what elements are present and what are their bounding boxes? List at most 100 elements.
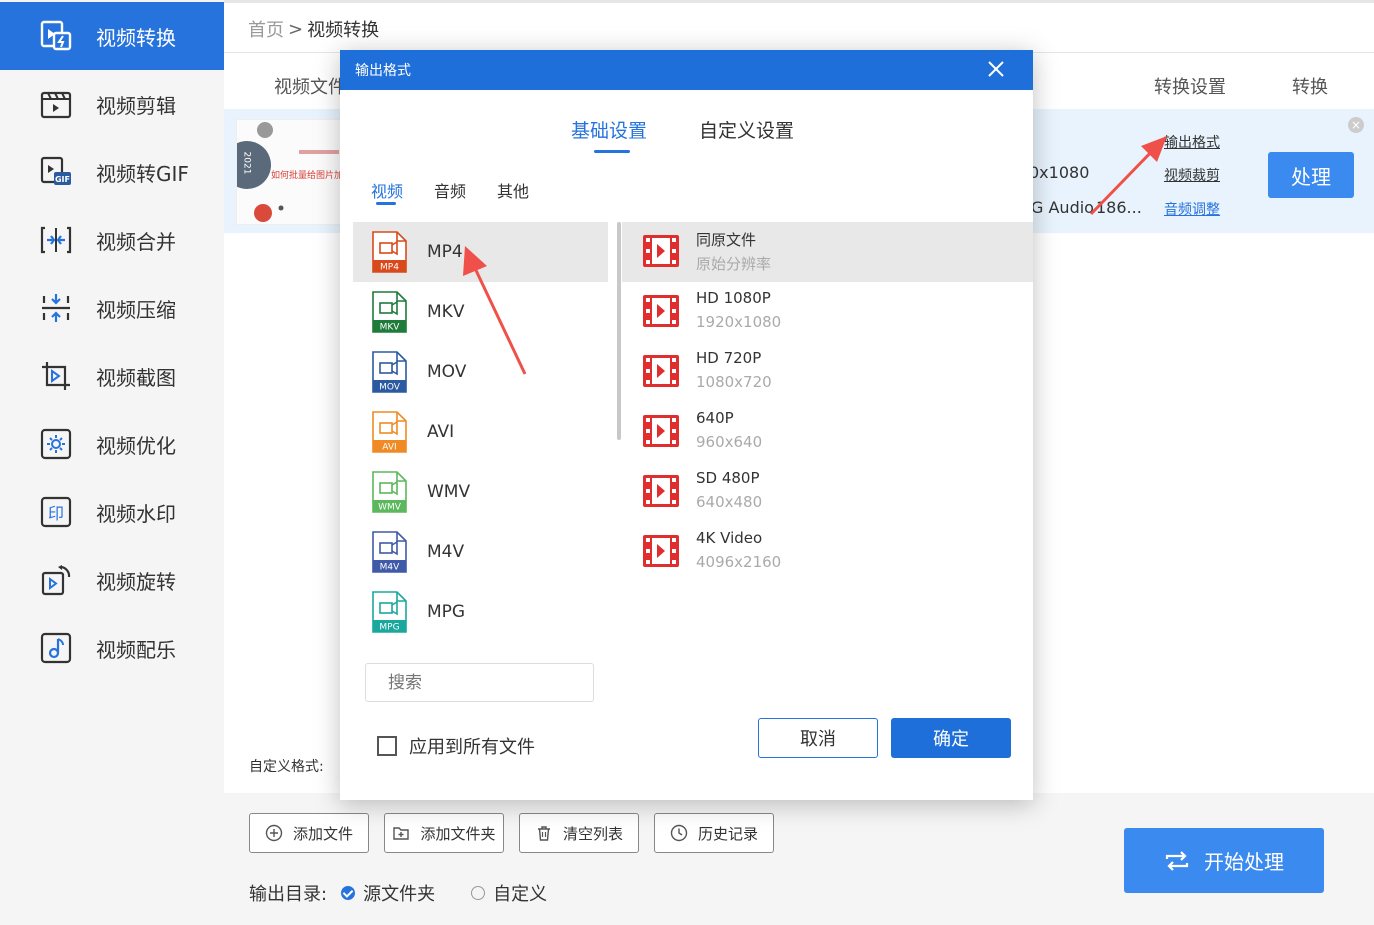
resolution-item[interactable]: SD 480P 640x480 [622,462,1033,522]
file-format-icon: MOV [371,351,407,393]
sidebar-item-label: 视频转换 [96,25,176,50]
sidebar-item-video-screenshot[interactable]: 视频截图 [0,342,224,410]
bottom-toolbar: 添加文件 添加文件夹 清空列表 历史记录 输出目录: 源文件夹 自定义 开始处理 [224,793,1374,925]
close-icon[interactable] [985,58,1007,80]
format-badge: MPG [379,623,399,633]
add-folder-label: 添加文件夹 [420,824,496,843]
audio-adjust-link[interactable]: 音频调整 [1164,199,1220,219]
sidebar-item-label: 视频合并 [96,229,176,254]
video-compress-icon [38,290,74,326]
format-list: MP4 MP4 MKV MKV MOV MOV AVI AVI WMV WMV M4V M4V MPG M… [353,222,608,642]
resolution-item[interactable]: 4K Video 4096x2160 [622,522,1033,582]
tab-basic-settings[interactable]: 基础设置 [571,116,647,143]
subtab-other[interactable]: 其他 [497,178,529,202]
format-item-m4v[interactable]: M4V M4V [353,522,608,582]
cancel-button[interactable]: 取消 [758,718,878,758]
format-name: M4V [427,542,465,562]
svg-text:GIF: GIF [55,175,70,184]
row-audio: G Audio [1031,198,1094,217]
video-optimize-icon [38,426,74,462]
format-item-mpg[interactable]: MPG MPG [353,582,608,642]
history-button[interactable]: 历史记录 [654,813,774,853]
apply-all-label: 应用到所有文件 [409,737,535,758]
process-button[interactable]: 处理 [1268,152,1354,198]
history-label: 历史记录 [697,824,758,843]
format-item-avi[interactable]: AVI AVI [353,402,608,462]
column-header-convert: 转换 [1292,77,1328,98]
resolution-item[interactable]: 640P 960x640 [622,402,1033,462]
sidebar-item-video-gif[interactable]: GIF 视频转GIF [0,138,224,206]
sidebar-item-video-music[interactable]: 视频配乐 [0,614,224,682]
clear-list-button[interactable]: 清空列表 [519,813,639,853]
breadcrumb-home[interactable]: 首页 [248,16,284,42]
format-badge: WMV [378,503,402,513]
add-file-label: 添加文件 [292,824,353,843]
file-format-icon: WMV [371,471,407,513]
resolution-item[interactable]: HD 1080P 1920x1080 [622,282,1033,342]
plus-circle-icon [265,824,283,842]
subtab-video[interactable]: 视频 [371,178,403,202]
video-film-icon [643,535,679,567]
format-list-scrollbar[interactable] [617,222,621,440]
format-item-mp4[interactable]: MP4 MP4 [353,222,608,282]
resolution-name: SD 480P [696,469,760,487]
format-badge: AVI [382,443,396,453]
ok-button[interactable]: 确定 [891,718,1011,758]
add-folder-button[interactable]: 添加文件夹 [384,813,504,853]
resolution-name: 4K Video [696,529,763,547]
row-resolution: 0x1080 [1029,163,1090,182]
breadcrumb-separator: > [288,18,304,40]
sidebar-item-label: 视频水印 [96,501,176,526]
video-film-icon [643,415,679,447]
radio-custom-folder[interactable] [471,886,486,900]
dialog-title-bar: 输出格式 [340,50,1033,90]
video-crop-link[interactable]: 视频裁剪 [1164,165,1220,185]
option-custom-label: 自定义 [493,884,548,905]
add-file-button[interactable]: 添加文件 [249,813,369,853]
sidebar-item-video-merge[interactable]: 视频合并 [0,206,224,274]
sidebar-item-video-optimize[interactable]: 视频优化 [0,410,224,478]
search-input[interactable] [365,663,594,702]
start-processing-button[interactable]: 开始处理 [1124,828,1324,893]
repeat-icon [1165,850,1189,871]
tab-custom-settings[interactable]: 自定义设置 [699,116,794,143]
video-edit-icon [38,86,74,122]
video-watermark-icon: 印 [38,494,74,530]
video-merge-icon [38,222,74,258]
output-dir-label: 输出目录: [249,884,328,905]
sidebar-item-video-compress[interactable]: 视频压缩 [0,274,224,342]
sidebar-item-video-edit[interactable]: 视频剪辑 [0,70,224,138]
start-processing-label: 开始处理 [1204,850,1284,874]
sidebar-item-label: 视频配乐 [96,637,176,662]
format-item-mov[interactable]: MOV MOV [353,342,608,402]
subtab-audio[interactable]: 音频 [434,178,466,202]
sidebar-item-label: 视频转GIF [96,161,189,186]
resolution-item[interactable]: HD 720P 1080x720 [622,342,1033,402]
dialog-title: 输出格式 [355,63,411,79]
format-item-wmv[interactable]: WMV WMV [353,462,608,522]
file-format-icon: M4V [371,531,407,573]
sidebar-item-label: 视频旋转 [96,569,176,594]
format-item-mkv[interactable]: MKV MKV [353,282,608,342]
row-close-icon[interactable]: × [1348,117,1364,133]
output-directory: 输出目录: 源文件夹 自定义 [249,880,547,906]
sidebar-item-video-watermark[interactable]: 印 视频水印 [0,478,224,546]
file-format-icon: MKV [371,291,407,333]
output-format-dialog: 输出格式 基础设置 自定义设置 视频 音频 其他 MP4 MP4 MKV MKV MOV… [340,50,1033,800]
output-format-link[interactable]: 输出格式 [1164,132,1220,152]
checkbox-box[interactable] [377,736,397,756]
format-name: AVI [427,422,455,442]
sidebar-item-video-convert[interactable]: 视频转换 [0,2,224,70]
video-film-icon [643,475,679,507]
resolution-size: 1920x1080 [696,313,782,331]
sidebar-item-video-rotate[interactable]: 视频旋转 [0,546,224,614]
format-badge: MKV [380,323,401,333]
resolution-item[interactable]: 同原文件 原始分辨率 [622,222,1033,282]
column-header-file: 视频文件 [274,77,346,98]
radio-source-folder[interactable] [341,886,356,900]
sidebar-item-label: 视频截图 [96,365,176,390]
apply-all-checkbox[interactable]: 应用到所有文件 [377,733,535,759]
video-gif-icon: GIF [38,154,74,190]
resolution-size: 960x640 [696,433,763,451]
sidebar-item-label: 视频剪辑 [96,93,176,118]
